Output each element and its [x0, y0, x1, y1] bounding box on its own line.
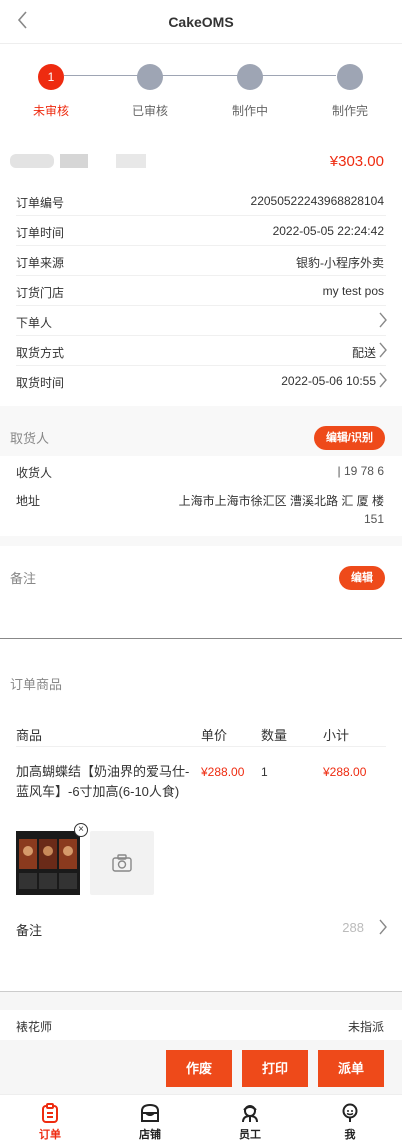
row-key: 订单时间 [16, 226, 65, 240]
orderer-row[interactable]: 下单人 [0, 306, 402, 336]
order-time-row: 订单时间 2022-05-05 22:24:42 [0, 216, 402, 246]
order-goods-section: 订单商品 商品 单价 数量 小计 加高蝴蝶结【奶油界的爱马仕-蓝风车】-6寸加高… [0, 639, 402, 991]
receiver-address: 上海市上海市徐汇区 漕溪北路 汇 厦 楼 [178, 494, 384, 508]
step-pending: 1 未审核 [11, 64, 91, 119]
step-dot [337, 64, 363, 90]
goods-title: 订单商品 [10, 677, 63, 692]
bottom-tab-bar: 订单 店铺 员工 我 [0, 1094, 402, 1147]
goods-remark-key: 备注 [16, 923, 43, 938]
product-image[interactable] [16, 831, 80, 895]
print-button[interactable]: 打印 [242, 1050, 308, 1087]
chevron-right-icon [378, 311, 388, 334]
store-icon [120, 1101, 180, 1125]
receiver-address-line2: 151 [363, 512, 384, 526]
remark-title: 备注 [10, 571, 37, 586]
staff-icon [220, 1101, 280, 1125]
chevron-right-icon [378, 341, 388, 364]
pickup-method-row[interactable]: 取货方式 配送 [0, 336, 402, 366]
tab-label: 我 [344, 1129, 356, 1141]
blurred-avatar [10, 154, 54, 168]
order-info: 订单编号 220505222439688281​04 订单时间 2022-05-… [0, 184, 402, 406]
step-label: 未审核 [32, 104, 69, 118]
tab-me[interactable]: 我 [320, 1101, 380, 1142]
row-key: 订单编号 [16, 196, 65, 210]
section-divider [0, 991, 402, 992]
item-name: 加高蝴蝶结【奶油界的爱马仕-蓝风车】-6寸加高(6-10人食) [16, 764, 190, 799]
tab-label: 员工 [239, 1129, 261, 1141]
page-title: CakeOMS [168, 13, 234, 30]
order-source-row: 订单来源 银豹-小程序外卖 [0, 246, 402, 276]
row-key: 取货方式 [16, 346, 65, 360]
row-key: 订货门店 [16, 286, 65, 300]
florist-value: 未指派 [347, 1020, 384, 1034]
steps-line [64, 75, 336, 76]
tab-staff[interactable]: 员工 [220, 1101, 280, 1142]
order-icon [20, 1101, 80, 1125]
pickup-time: 2022-05-06 10:55 [281, 374, 376, 388]
item-subtotal: ¥288.00 [323, 765, 367, 779]
receiver-address-row: 地址 上海市上海市徐汇区 漕溪北路 汇 厦 楼 151 [0, 484, 402, 536]
blurred-text [60, 154, 88, 168]
row-key: 收货人 [16, 466, 53, 480]
row-key: 取货时间 [16, 376, 65, 390]
order-number: 220505222439688281​04 [250, 194, 384, 208]
order-time: 2022-05-05 22:24:42 [272, 224, 384, 238]
order-store: my test pos [322, 284, 384, 298]
status-steps: 1 未审核 已审核 制作中 制作完 [0, 44, 402, 134]
col-header-subtotal: 小计 [323, 728, 350, 743]
order-number-row: 订单编号 220505222439688281​04 [0, 186, 402, 216]
col-header-qty: 数量 [261, 728, 288, 743]
remark-section: 备注 编辑 [0, 546, 402, 638]
top-bar: CakeOMS [0, 0, 402, 44]
back-icon[interactable] [16, 10, 36, 32]
me-icon [320, 1101, 380, 1125]
void-button[interactable]: 作废 [166, 1050, 232, 1087]
step-dot [137, 64, 163, 90]
step-label: 已审核 [131, 104, 168, 118]
col-header-price: 单价 [201, 728, 228, 743]
step-done: 制作完 [310, 64, 390, 119]
order-amount: ¥303.00 [329, 153, 384, 170]
remove-image-icon[interactable]: × [74, 823, 88, 837]
action-bar: 作废 打印 派单 [0, 1044, 402, 1094]
order-amount-row: ¥303.00 [0, 134, 402, 184]
tab-order[interactable]: 订单 [20, 1101, 80, 1142]
receiver-phone: | 19 78 6 [337, 464, 385, 478]
row-key: 裱花师 [16, 1020, 53, 1034]
receiver-section: 取货人 编辑/识别 收货人 | 19 78 6 地址 上海市上海市徐汇区 漕溪北… [0, 406, 402, 546]
step-label: 制作中 [231, 104, 268, 118]
row-key: 订单来源 [16, 256, 65, 270]
row-key: 下单人 [16, 316, 53, 330]
tab-label: 店铺 [139, 1129, 161, 1141]
pickup-time-row[interactable]: 取货时间 2022-05-06 10:55 [0, 366, 402, 396]
step-approved: 已审核 [110, 64, 190, 119]
receiver-name-row: 收货人 | 19 78 6 [0, 456, 402, 484]
row-key: 地址 [16, 494, 41, 508]
goods-remark-value[interactable]: 288 [342, 920, 364, 935]
tab-store[interactable]: 店铺 [120, 1101, 180, 1142]
order-source: 银豹-小程序外卖 [296, 256, 384, 270]
order-store-row: 订货门店 my test pos [0, 276, 402, 306]
camera-icon[interactable] [90, 831, 154, 895]
pickup-method: 配送 [351, 346, 376, 360]
item-qty: 1 [261, 765, 268, 779]
blurred-text [116, 154, 146, 168]
step-dot [237, 64, 263, 90]
tab-label: 订单 [39, 1129, 61, 1141]
item-price: ¥288.00 [201, 765, 245, 779]
step-making: 制作中 [210, 64, 290, 119]
chevron-right-icon [378, 918, 388, 939]
edit-remark-button[interactable]: 编辑 [339, 566, 385, 590]
receiver-title: 取货人 [10, 431, 50, 446]
step-label: 制作完 [331, 104, 368, 118]
col-header-name: 商品 [16, 728, 43, 743]
chevron-right-icon [378, 371, 388, 394]
step-dot: 1 [38, 64, 64, 90]
header-divider [16, 746, 386, 747]
edit-recognize-button[interactable]: 编辑/识别 [313, 426, 385, 450]
florist-row[interactable]: 裱花师 未指派 [0, 1010, 402, 1040]
dispatch-button[interactable]: 派单 [318, 1050, 384, 1087]
